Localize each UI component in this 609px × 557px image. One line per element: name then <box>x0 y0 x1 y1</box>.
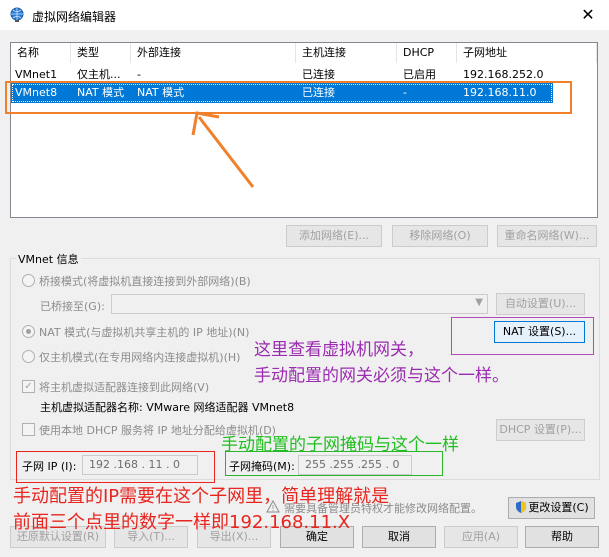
column-header-subnet[interactable]: 子网地址 <box>457 43 597 63</box>
cancel-button[interactable]: 取消 <box>362 526 436 548</box>
nat-settings-highlight <box>451 317 594 355</box>
close-button[interactable]: ✕ <box>567 0 609 30</box>
host-only-label: 仅主机模式(在专用网络内连接虚拟机)(H) <box>39 351 241 364</box>
column-header-name[interactable]: 名称 <box>11 43 71 63</box>
apply-button[interactable]: 应用(A) <box>444 526 518 548</box>
rename-network-button[interactable]: 重命名网络(W)... <box>497 225 597 247</box>
ip-note-line1: 手动配置的IP需要在这个子网里，简单理解就是 <box>13 486 390 507</box>
uac-shield-icon <box>516 501 526 513</box>
connect-adapter-label: 将主机虚拟适配器连接到此网络(V) <box>39 381 210 394</box>
nat-mode-radio[interactable] <box>22 325 35 338</box>
gateway-note-line2: 手动配置的网关必须与这个一样。 <box>254 366 509 386</box>
add-network-button[interactable]: 添加网络(E)... <box>286 225 382 247</box>
host-only-radio[interactable] <box>22 350 35 363</box>
vmnet-info-title: VMnet 信息 <box>16 251 81 267</box>
help-button[interactable]: 帮助 <box>525 526 599 548</box>
subnet-mask-highlight <box>225 451 443 476</box>
gateway-note-line1: 这里查看虚拟机网关， <box>254 340 424 360</box>
column-header-host-connection[interactable]: 主机连接 <box>296 43 397 63</box>
subnet-ip-highlight <box>16 451 215 483</box>
connect-adapter-checkbox[interactable]: ✓ <box>22 380 35 393</box>
use-dhcp-checkbox[interactable] <box>22 423 35 436</box>
column-header-dhcp[interactable]: DHCP <box>397 43 457 63</box>
bridged-to-label: 已桥接至(G): <box>40 300 105 313</box>
chevron-down-icon: ▼ <box>475 297 483 308</box>
orange-arrow-icon <box>191 111 255 188</box>
dhcp-settings-button[interactable]: DHCP 设置(P)... <box>496 419 585 441</box>
auto-settings-button[interactable]: 自动设置(U)... <box>496 293 585 315</box>
adapter-name-text: 主机虚拟适配器名称: VMware 网络适配器 VMnet8 <box>40 401 295 414</box>
column-header-external[interactable]: 外部连接 <box>131 43 296 63</box>
window-title: 虚拟网络编辑器 <box>32 10 117 24</box>
remove-network-button[interactable]: 移除网络(O) <box>392 225 488 247</box>
ip-note-line2: 前面三个点里的数字一样即192.168.11.X <box>13 512 351 533</box>
network-list[interactable]: 名称 类型 外部连接 主机连接 DHCP 子网地址 VMnet1 仅主机... … <box>10 42 598 218</box>
nat-mode-label: NAT 模式(与虚拟机共享主机的 IP 地址)(N) <box>39 326 250 339</box>
selected-row-highlight <box>5 81 572 114</box>
bridge-mode-label: 桥接模式(将虚拟机直接连接到外部网络)(B) <box>39 275 251 288</box>
list-header: 名称 类型 外部连接 主机连接 DHCP 子网地址 <box>11 43 597 63</box>
network-globe-icon <box>10 7 24 22</box>
bridge-mode-radio[interactable] <box>22 274 35 287</box>
column-header-type[interactable]: 类型 <box>71 43 131 63</box>
bridged-to-select[interactable]: ▼ <box>111 294 488 314</box>
